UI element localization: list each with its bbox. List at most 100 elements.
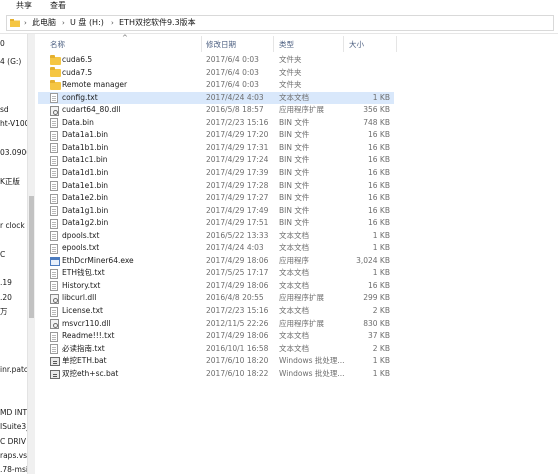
nav-item[interactable]: ht-V100	[0, 118, 29, 130]
file-row[interactable]: EthDcrMiner64.exe 2017/4/29 18:06 应用程序 3,02…	[38, 255, 394, 268]
file-row[interactable]: Data1d1.bin 2017/4/29 17:39 BIN 文件 16 KB	[38, 167, 394, 180]
file-name: EthDcrMiner64.exe	[62, 255, 134, 265]
nav-item[interactable]: ISuite3_	[0, 421, 30, 433]
file-name: dpools.txt	[62, 230, 100, 240]
file-size: 356 KB	[363, 105, 390, 115]
file-row[interactable]: Data.bin 2017/2/23 15:16 BIN 文件 748 KB	[38, 117, 394, 130]
file-modified-date: 2017/4/24 4:03	[206, 92, 264, 102]
file-row[interactable]: Data1g2.bin 2017/4/29 17:51 BIN 文件 16 KB	[38, 217, 394, 230]
breadcrumb-current-folder[interactable]: ETH双挖软件9.3版本	[119, 16, 196, 30]
nav-item[interactable]: r clock	[0, 220, 25, 232]
file-row[interactable]: msvcr110.dll 2012/11/5 22:26 应用程序扩展 830 KB	[38, 318, 394, 331]
file-row[interactable]: cuda6.5 2017/6/4 0:03 文件夹	[38, 54, 394, 67]
text-file-icon	[50, 181, 58, 191]
text-file-icon	[50, 155, 58, 166]
nav-item[interactable]: 4 (G:)	[0, 56, 21, 68]
nav-item[interactable]: K正版	[0, 176, 20, 188]
sort-ascending-icon: ^	[122, 34, 128, 42]
file-row[interactable]: Data1e2.bin 2017/4/29 17:27 BIN 文件 16 KB	[38, 192, 394, 205]
text-file-icon	[50, 331, 58, 342]
column-header-type[interactable]: 类型	[279, 39, 294, 51]
file-row[interactable]: License.txt 2017/2/23 15:16 文本文档 2 KB	[38, 305, 394, 318]
file-modified-date: 2016/4/8 20:55	[206, 293, 264, 303]
column-divider[interactable]	[343, 36, 344, 52]
text-file-icon	[50, 193, 58, 204]
file-name: Data1g1.bin	[62, 205, 109, 215]
file-row[interactable]: History.txt 2017/4/29 18:06 文本文档 16 KB	[38, 280, 394, 293]
column-divider[interactable]	[201, 36, 202, 52]
file-size: 1 KB	[372, 92, 390, 102]
breadcrumb-separator-icon[interactable]: ›	[111, 16, 114, 30]
file-size: 1 KB	[372, 356, 390, 366]
file-size	[338, 67, 390, 80]
file-row[interactable]: Data1e1.bin 2017/4/29 17:28 BIN 文件 16 KB	[38, 180, 394, 193]
file-row[interactable]: Data1b1.bin 2017/4/29 17:31 BIN 文件 16 KB	[38, 142, 394, 155]
breadcrumb-separator-icon[interactable]: ›	[191, 16, 194, 30]
text-file-icon	[50, 118, 58, 129]
nav-item[interactable]: C	[0, 249, 5, 261]
nav-item[interactable]: sd	[0, 104, 9, 116]
nav-item[interactable]: 0	[0, 38, 5, 50]
column-header-size[interactable]: 大小	[349, 39, 364, 51]
file-row[interactable]: 必读指南.txt 2016/10/1 16:58 文本文档 2 KB	[38, 343, 394, 356]
file-modified-date: 2017/6/10 18:20	[206, 356, 269, 366]
file-row[interactable]: cuda7.5 2017/6/4 0:03 文件夹	[38, 67, 394, 80]
column-divider[interactable]	[273, 36, 274, 52]
file-row[interactable]: Remote manager 2017/6/4 0:03 文件夹	[38, 79, 394, 92]
file-row[interactable]: config.txt 2017/4/24 4:03 文本文档 1 KB	[38, 91, 394, 105]
nav-item[interactable]: 万	[0, 306, 8, 318]
file-modified-date: 2017/4/29 17:49	[206, 205, 269, 215]
file-name: License.txt	[62, 306, 103, 315]
file-name: 单挖ETH.bat	[62, 356, 107, 366]
nav-item[interactable]: .78-msi	[0, 464, 28, 474]
text-file-icon	[50, 268, 58, 279]
text-file-icon	[50, 168, 58, 179]
file-list-pane: ^ 名称 修改日期 类型 大小 cuda6.5 2017/6/4 0:03 文件夹 c…	[38, 34, 558, 474]
file-row[interactable]: epools.txt 2017/4/24 4:03 文本文档 1 KB	[38, 242, 394, 255]
file-row[interactable]: Data1g1.bin 2017/4/29 17:49 BIN 文件 16 KB	[38, 205, 394, 218]
column-header-name[interactable]: 名称	[50, 39, 65, 51]
text-file-icon	[50, 281, 58, 292]
file-modified-date: 2016/5/8 18:57	[206, 105, 264, 115]
ribbon-tab-share[interactable]: 共享	[16, 0, 32, 12]
text-file-icon	[50, 206, 58, 217]
nav-item[interactable]: MD INT	[0, 407, 27, 419]
file-row[interactable]: 单挖ETH.bat 2017/6/10 18:20 Windows 批处理... 1 …	[38, 355, 394, 368]
file-row[interactable]: libcurl.dll 2016/4/8 20:55 应用程序扩展 299 KB	[38, 292, 394, 305]
file-size: 16 KB	[368, 142, 390, 152]
file-row[interactable]: Data1a1.bin 2017/4/29 17:20 BIN 文件 16 KB	[38, 129, 394, 142]
column-divider[interactable]	[396, 36, 397, 52]
nav-item[interactable]: .19	[0, 277, 12, 289]
file-row[interactable]: ETH钱包.txt 2017/5/25 17:17 文本文档 1 KB	[38, 267, 394, 280]
address-bar[interactable]: › 此电脑 › U 盘 (H:) › ETH双挖软件9.3版本 ›	[6, 15, 554, 31]
file-size: 37 KB	[368, 331, 390, 341]
breadcrumb-separator-icon[interactable]: ›	[62, 16, 65, 30]
nav-scrollbar-thumb[interactable]	[29, 196, 34, 318]
file-name: ETH钱包.txt	[62, 268, 105, 278]
file-row[interactable]: dpools.txt 2016/5/22 13:33 文本文档 1 KB	[38, 230, 394, 243]
file-row[interactable]: 双挖eth+sc.bat 2017/6/10 18:22 Windows 批处理..…	[38, 368, 394, 381]
file-modified-date: 2017/2/23 15:16	[206, 117, 269, 127]
breadcrumb-this-pc[interactable]: 此电脑	[32, 16, 56, 30]
file-modified-date: 2017/4/29 17:27	[206, 193, 269, 203]
breadcrumb-usb-drive[interactable]: U 盘 (H:)	[70, 16, 104, 30]
text-file-icon	[50, 93, 58, 104]
file-name: 必读指南.txt	[62, 343, 105, 353]
file-size: 16 KB	[368, 280, 390, 290]
nav-item[interactable]: raps.vsi	[0, 450, 29, 462]
column-header-date[interactable]: 修改日期	[206, 39, 236, 51]
text-file-icon	[50, 143, 58, 154]
bat-file-icon	[50, 357, 60, 367]
nav-item[interactable]: .20	[0, 292, 12, 304]
file-row[interactable]: Readme!!!.txt 2017/4/29 18:06 文本文档 37 KB	[38, 330, 394, 343]
breadcrumb-separator-icon[interactable]: ›	[24, 16, 27, 30]
file-modified-date: 2017/6/4 0:03	[206, 80, 259, 90]
ribbon-tab-view[interactable]: 查看	[50, 0, 66, 12]
nav-item[interactable]: C DRIV	[0, 436, 26, 448]
file-row[interactable]: Data1c1.bin 2017/4/29 17:24 BIN 文件 16 KB	[38, 154, 394, 167]
file-row[interactable]: cudart64_80.dll 2016/5/8 18:57 应用程序扩展 356 K…	[38, 104, 394, 117]
dll-file-icon	[50, 105, 59, 116]
file-name: msvcr110.dll	[62, 318, 111, 328]
file-size: 2 KB	[372, 306, 390, 315]
nav-item[interactable]: inr.patc	[0, 364, 28, 376]
